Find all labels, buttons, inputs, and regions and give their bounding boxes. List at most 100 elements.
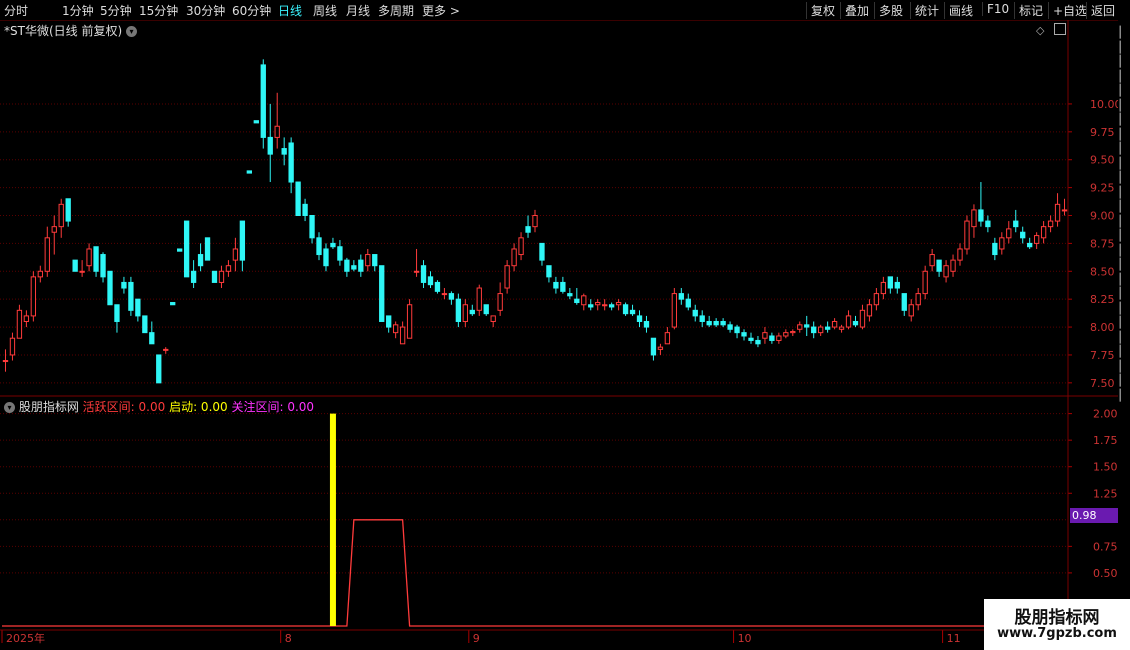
date-tick-label: 10 bbox=[738, 632, 752, 645]
candle bbox=[901, 293, 907, 316]
candle bbox=[177, 248, 183, 252]
candle bbox=[804, 315, 810, 336]
indicator-grid bbox=[0, 413, 1068, 574]
candle-body bbox=[365, 254, 371, 267]
candle bbox=[748, 332, 754, 344]
candle-body bbox=[581, 295, 587, 306]
candle-body bbox=[386, 315, 392, 328]
candle bbox=[281, 137, 287, 166]
candle-body bbox=[922, 270, 928, 295]
candle-body bbox=[887, 276, 893, 289]
candle bbox=[908, 299, 914, 322]
candle bbox=[567, 288, 573, 300]
huoyue-value: 活跃区间: 0.00 bbox=[82, 400, 166, 414]
candle bbox=[142, 315, 148, 334]
candle bbox=[915, 288, 921, 311]
candle-body bbox=[483, 304, 489, 315]
candle-body bbox=[295, 181, 301, 216]
candle bbox=[525, 215, 531, 238]
candle-body bbox=[852, 320, 859, 326]
candle bbox=[636, 310, 643, 328]
candle-body bbox=[706, 320, 712, 326]
candle bbox=[880, 276, 887, 300]
candle bbox=[859, 304, 866, 330]
candle-body bbox=[685, 298, 691, 308]
candle-body bbox=[253, 120, 259, 124]
candle bbox=[37, 265, 43, 283]
candle bbox=[163, 347, 169, 354]
candle-body bbox=[372, 254, 378, 267]
candle bbox=[427, 271, 434, 289]
candle-body bbox=[553, 281, 559, 289]
candle bbox=[260, 59, 266, 149]
indicator-name: 股朋指标网 bbox=[18, 400, 79, 414]
indicator-tick-label: 1.25 bbox=[1093, 487, 1118, 500]
candle bbox=[790, 329, 796, 336]
candle bbox=[295, 181, 301, 216]
candle-body bbox=[838, 326, 845, 330]
indicator-title[interactable]: ▾ 股朋指标网 活跃区间: 0.00 启动: 0.00 关注区间: 0.00 bbox=[4, 398, 314, 415]
price-tick-label: 9.75 bbox=[1090, 126, 1115, 139]
side-info-panel[interactable]: ▏ ▏ ▏ ▏ ▏ ▏ ▏ ▏ ▏ ▏ ▏ ▏ ▏ ▏ ▏ ▏ ▏ ▏ ▏ ▏ ▏ ▏ ▏ ▏ ▏ ▏ bbox=[1118, 20, 1130, 650]
candle bbox=[372, 254, 378, 272]
candle-body bbox=[281, 148, 287, 155]
candle-body bbox=[23, 315, 30, 322]
side-panel-glyph: ▏ bbox=[1119, 214, 1129, 228]
candle bbox=[706, 315, 712, 328]
candle-body bbox=[309, 215, 315, 239]
candle bbox=[657, 343, 664, 355]
candle-body bbox=[1013, 220, 1019, 228]
candle-body bbox=[957, 248, 963, 261]
candle bbox=[2, 349, 9, 372]
candle-body bbox=[525, 226, 531, 233]
candle bbox=[713, 318, 719, 328]
candle bbox=[204, 237, 211, 261]
watermark-logo: 股朋指标网 www.7gpzb.com bbox=[984, 599, 1130, 650]
candle bbox=[413, 248, 420, 277]
kline-chart: 10.00 9.75 9.50 9.25 9.00 8.75 8.50 8.25 8.00 7.7… bbox=[0, 20, 1122, 645]
price-tick-label: 9.50 bbox=[1090, 154, 1115, 167]
candle-body bbox=[121, 281, 127, 289]
candle bbox=[929, 248, 935, 272]
price-axis: 10.00 9.75 9.50 9.25 9.00 8.75 8.50 8.25 8.00 7.7… bbox=[1068, 98, 1122, 390]
candle bbox=[497, 282, 503, 316]
candle bbox=[469, 304, 475, 316]
candle bbox=[838, 324, 845, 333]
candle bbox=[608, 302, 615, 311]
watermark-name: 股朋指标网 bbox=[1014, 608, 1100, 628]
candle bbox=[741, 329, 747, 341]
candle bbox=[441, 288, 448, 300]
candle-body bbox=[845, 315, 852, 328]
candle bbox=[1013, 209, 1019, 233]
candle-body bbox=[1054, 203, 1061, 222]
candle-body bbox=[901, 293, 907, 311]
candle bbox=[734, 324, 740, 339]
chevron-down-icon[interactable]: ▾ bbox=[4, 402, 15, 413]
candle-body bbox=[379, 265, 385, 322]
candle-body bbox=[971, 209, 977, 228]
candle-body bbox=[323, 248, 329, 267]
candle bbox=[783, 329, 789, 339]
candle bbox=[720, 318, 726, 328]
candle bbox=[629, 304, 636, 316]
candle bbox=[225, 260, 232, 277]
candle-body bbox=[232, 248, 239, 261]
side-panel-glyph: ▏ bbox=[1119, 359, 1129, 373]
candle-body bbox=[135, 298, 141, 317]
candle bbox=[218, 265, 225, 289]
candlestick-series bbox=[2, 59, 1068, 384]
candle bbox=[93, 246, 99, 277]
candle bbox=[183, 220, 190, 278]
candle bbox=[699, 310, 705, 328]
price-tick-label: 9.25 bbox=[1090, 182, 1115, 195]
candle-body bbox=[267, 136, 273, 155]
candle bbox=[978, 182, 984, 227]
candle-body bbox=[643, 320, 650, 328]
candle bbox=[845, 310, 852, 330]
side-panel-glyph: ▏ bbox=[1119, 55, 1129, 68]
candle-body bbox=[608, 304, 615, 308]
candle-body bbox=[392, 324, 399, 334]
candle-body bbox=[727, 324, 733, 330]
candle-body bbox=[678, 293, 684, 300]
candle bbox=[602, 299, 608, 311]
